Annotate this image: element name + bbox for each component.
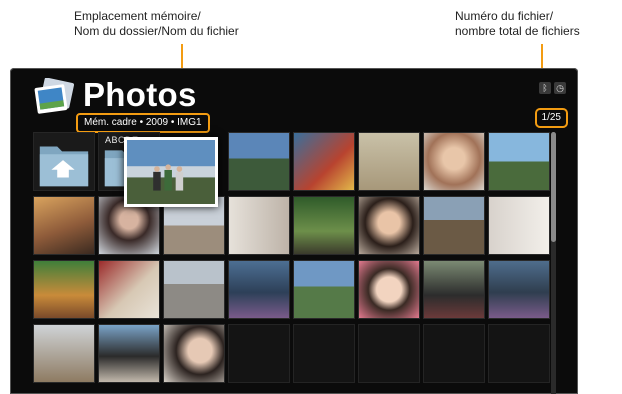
empty-slot <box>228 324 290 383</box>
selected-photo-image <box>127 140 215 204</box>
folder-up-thumbnail[interactable] <box>33 132 95 191</box>
photo-thumbnail[interactable] <box>293 132 355 191</box>
photo-thumbnail[interactable] <box>423 260 485 319</box>
empty-slot <box>293 324 355 383</box>
photo-thumbnail[interactable] <box>358 260 420 319</box>
photo-thumbnail[interactable] <box>228 132 290 191</box>
photo-thumbnail[interactable] <box>228 196 290 255</box>
photo-thumbnail[interactable] <box>488 196 550 255</box>
photo-thumbnail[interactable] <box>98 260 160 319</box>
empty-slot <box>358 324 420 383</box>
scrollbar[interactable] <box>551 132 556 394</box>
clock-icon: ◷ <box>554 82 566 94</box>
photo-thumbnail[interactable] <box>488 132 550 191</box>
photo-thumbnail[interactable] <box>423 196 485 255</box>
callout-location-line1: Emplacement mémoire/ <box>74 9 201 23</box>
photos-screen: Photos Mém. cadre • 2009 • IMG1 ᛒ ◷ 1/25… <box>10 68 578 394</box>
app-title: Photos <box>83 76 197 113</box>
photo-thumbnail[interactable] <box>488 260 550 319</box>
photo-thumbnail[interactable] <box>423 132 485 191</box>
photo-thumbnail[interactable] <box>98 324 160 383</box>
callout-file-number: Numéro du fichier/ nombre total de fichi… <box>455 9 620 39</box>
photos-icon <box>34 78 75 114</box>
photo-thumbnail[interactable] <box>163 260 225 319</box>
photo-thumbnail[interactable] <box>33 196 95 255</box>
empty-slot <box>488 324 550 383</box>
empty-slot <box>423 324 485 383</box>
scrollbar-thumb[interactable] <box>551 132 556 242</box>
callout-location-line2: Nom du dossier/Nom du fichier <box>74 24 239 38</box>
callout-location: Emplacement mémoire/ Nom du dossier/Nom … <box>74 9 314 39</box>
bluetooth-icon: ᛒ <box>539 82 551 94</box>
file-counter: 1/25 <box>534 108 568 128</box>
photo-thumbnail[interactable] <box>293 196 355 255</box>
callout-file-number-line1: Numéro du fichier/ <box>455 9 554 23</box>
photo-thumbnail[interactable] <box>163 324 225 383</box>
status-icons: ᛒ ◷ <box>539 82 566 94</box>
callout-file-number-line2: nombre total de fichiers <box>455 24 580 38</box>
selected-photo-thumbnail[interactable] <box>124 137 218 207</box>
photo-thumbnail[interactable] <box>358 132 420 191</box>
photo-thumbnail[interactable] <box>293 260 355 319</box>
photo-thumbnail[interactable] <box>358 196 420 255</box>
thumbnail-grid: ABCDE <box>33 132 551 394</box>
photo-thumbnail[interactable] <box>33 324 95 383</box>
file-location-path: Mém. cadre • 2009 • IMG1 <box>76 113 210 133</box>
photo-thumbnail[interactable] <box>33 260 95 319</box>
folder-up-icon <box>39 146 89 187</box>
photo-thumbnail[interactable] <box>228 260 290 319</box>
